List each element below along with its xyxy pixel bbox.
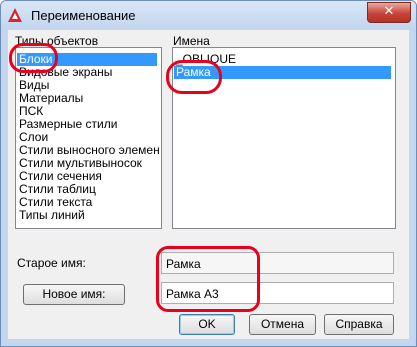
list-item[interactable]: Рамка xyxy=(174,66,391,79)
close-icon: ✕ xyxy=(383,4,395,19)
list-item[interactable]: Типы линий xyxy=(17,209,85,222)
old-name-field: Рамка xyxy=(161,252,394,274)
help-button[interactable]: Справка xyxy=(324,314,394,335)
object-types-label: Типы объектов xyxy=(15,34,99,48)
dialog-body: Типы объектов Блоки Видовые экраны Виды … xyxy=(8,30,409,339)
autocad-app-icon xyxy=(8,8,22,22)
new-name-field[interactable]: Рамка А3 xyxy=(161,282,394,304)
window-title: Переименование xyxy=(31,8,136,23)
names-list[interactable]: _OBLIQUE Рамка xyxy=(172,47,396,229)
names-label: Имена xyxy=(173,34,210,48)
new-name-button[interactable]: Новое имя: xyxy=(23,284,125,305)
ok-button[interactable]: OK xyxy=(179,314,235,335)
list-item[interactable]: Слои xyxy=(17,131,48,144)
rename-dialog: Переименование ✕ Типы объектов Блоки Вид… xyxy=(0,0,417,347)
cancel-button-label: Отмена xyxy=(260,317,305,331)
title-bar[interactable]: Переименование ✕ xyxy=(1,1,416,29)
cancel-button[interactable]: Отмена xyxy=(249,314,316,335)
close-button[interactable]: ✕ xyxy=(367,2,411,23)
ok-button-label: OK xyxy=(198,317,216,331)
old-name-label: Старое имя: xyxy=(17,256,86,270)
help-button-label: Справка xyxy=(335,317,383,331)
new-name-button-label: Новое имя: xyxy=(42,287,106,301)
object-types-list[interactable]: Блоки Видовые экраны Виды Материалы ПСК … xyxy=(15,47,162,229)
